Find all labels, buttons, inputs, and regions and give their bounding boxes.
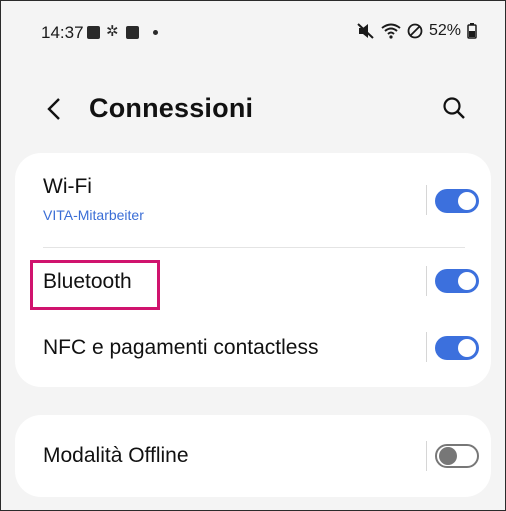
bluetooth-toggle[interactable] bbox=[435, 269, 479, 293]
status-left-icons: ✲ bbox=[87, 23, 158, 40]
gallery-icon bbox=[87, 25, 100, 39]
page-header: Connessioni bbox=[1, 83, 505, 139]
toggle-knob bbox=[439, 447, 457, 465]
status-bar: 14:37 ✲ 52% bbox=[1, 1, 505, 61]
setting-row-nfc[interactable]: NFC e pagamenti contactless bbox=[15, 314, 491, 387]
do-not-disturb-icon bbox=[407, 23, 423, 39]
setting-row-offline-mode[interactable]: Modalità Offline bbox=[15, 415, 491, 497]
wifi-network-name: VITA-Mitarbeiter bbox=[43, 207, 144, 223]
checkbox-icon bbox=[126, 25, 139, 39]
back-button[interactable] bbox=[43, 93, 67, 125]
page-title: Connessioni bbox=[89, 93, 254, 123]
row-separator bbox=[426, 332, 427, 362]
back-chevron-icon bbox=[47, 98, 60, 120]
status-right-icons: 52% bbox=[357, 22, 477, 40]
search-button[interactable] bbox=[441, 95, 469, 123]
offline-card: Modalità Offline bbox=[15, 415, 491, 497]
row-separator bbox=[426, 185, 427, 215]
row-separator bbox=[426, 266, 427, 296]
offline-mode-label: Modalità Offline bbox=[43, 444, 189, 467]
search-icon bbox=[443, 97, 465, 119]
battery-icon bbox=[467, 23, 477, 39]
toggle-knob bbox=[458, 192, 476, 210]
nfc-label: NFC e pagamenti contactless bbox=[43, 336, 319, 359]
setting-row-wifi[interactable]: Wi-Fi VITA-Mitarbeiter bbox=[15, 153, 491, 247]
notification-dot bbox=[153, 29, 158, 35]
battery-percent: 52% bbox=[428, 22, 461, 39]
bluetooth-highlight-box bbox=[30, 260, 160, 310]
mute-icon bbox=[357, 23, 374, 39]
wifi-icon bbox=[381, 23, 401, 39]
status-time: 14:37 bbox=[41, 23, 84, 42]
nfc-toggle[interactable] bbox=[435, 336, 479, 360]
row-separator bbox=[426, 441, 427, 471]
toggle-knob bbox=[458, 272, 476, 290]
wifi-label: Wi-Fi bbox=[43, 175, 92, 198]
phone-screen: 14:37 ✲ 52% Connessioni Wi-Fi VITA-Mitar… bbox=[0, 0, 506, 511]
wifi-toggle[interactable] bbox=[435, 189, 479, 213]
settings-gear-icon: ✲ bbox=[106, 23, 119, 40]
offline-mode-toggle[interactable] bbox=[435, 444, 479, 468]
toggle-knob bbox=[458, 339, 476, 357]
